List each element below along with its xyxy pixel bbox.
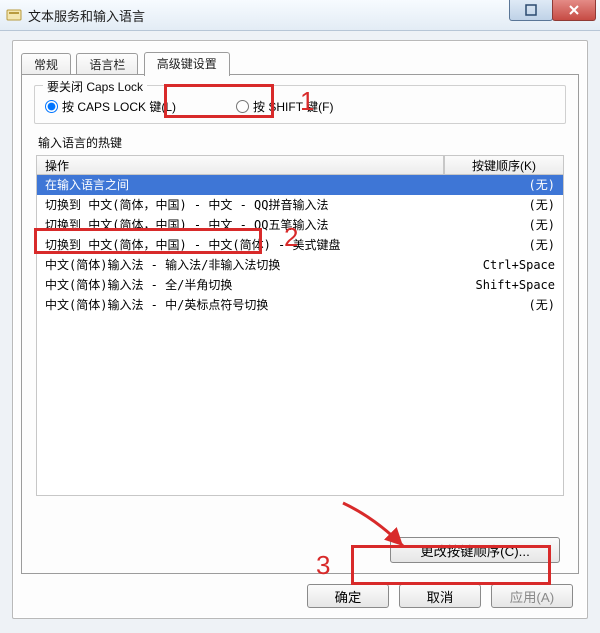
- tab-page-advanced: 要关闭 Caps Lock 按 CAPS LOCK 键(L) 按 SHIFT 键…: [21, 75, 579, 574]
- change-key-sequence-button[interactable]: 更改按键顺序(C)...: [390, 537, 560, 563]
- hotkey-action: 中文(简体)输入法 - 输入法/非输入法切换: [45, 255, 445, 275]
- hotkey-key: (无): [445, 175, 555, 195]
- hotkey-row[interactable]: 中文(简体)输入法 - 输入法/非输入法切换Ctrl+Space: [37, 255, 563, 275]
- hotkey-row[interactable]: 切换到 中文(简体，中国) - 中文(简体) - 美式键盘(无): [37, 235, 563, 255]
- hotkey-row[interactable]: 切换到 中文(简体，中国) - 中文 - QQ五笔输入法(无): [37, 215, 563, 235]
- hotkey-key: Ctrl+Space: [445, 255, 555, 275]
- radio-caps-lock[interactable]: 按 CAPS LOCK 键(L): [45, 98, 176, 115]
- help-button[interactable]: [509, 0, 553, 21]
- col-key[interactable]: 按键顺序(K): [444, 155, 564, 175]
- hotkey-action: 切换到 中文(简体，中国) - 中文 - QQ五笔输入法: [45, 215, 445, 235]
- hotkey-key: (无): [445, 295, 555, 315]
- window-buttons: [510, 0, 596, 21]
- radio-shift-input[interactable]: [236, 100, 249, 113]
- title-bar: 文本服务和输入语言: [0, 0, 600, 31]
- hotkey-list[interactable]: 在输入语言之间(无)切换到 中文(简体，中国) - 中文 - QQ拼音输入法(无…: [36, 175, 564, 496]
- hotkey-row[interactable]: 在输入语言之间(无): [37, 175, 563, 195]
- window-title: 文本服务和输入语言: [28, 6, 145, 25]
- radio-shift[interactable]: 按 SHIFT 键(F): [236, 98, 333, 115]
- col-action[interactable]: 操作: [36, 155, 444, 175]
- radio-caps-lock-label: 按 CAPS LOCK 键(L): [62, 98, 176, 115]
- dialog-body: 常规 语言栏 高级键设置 要关闭 Caps Lock 按 CAPS LOCK 键…: [12, 40, 588, 619]
- ok-button[interactable]: 确定: [307, 584, 389, 608]
- hotkey-row[interactable]: 中文(简体)输入法 - 全/半角切换Shift+Space: [37, 275, 563, 295]
- hotkey-key: (无): [445, 215, 555, 235]
- hotkey-action: 中文(简体)输入法 - 全/半角切换: [45, 275, 445, 295]
- tab-general[interactable]: 常规: [21, 53, 71, 76]
- hotkey-action: 切换到 中文(简体，中国) - 中文(简体) - 美式键盘: [45, 235, 445, 255]
- tab-language-bar[interactable]: 语言栏: [76, 53, 138, 76]
- hotkey-key: (无): [445, 235, 555, 255]
- tab-advanced-keys[interactable]: 高级键设置: [144, 52, 230, 76]
- hotkey-key: Shift+Space: [445, 275, 555, 295]
- cancel-button[interactable]: 取消: [399, 584, 481, 608]
- hotkey-action: 切换到 中文(简体，中国) - 中文 - QQ拼音输入法: [45, 195, 445, 215]
- tab-underline: [21, 74, 579, 75]
- radio-shift-label: 按 SHIFT 键(F): [253, 98, 333, 115]
- app-icon: [6, 7, 22, 23]
- hotkey-action: 在输入语言之间: [45, 175, 445, 195]
- hotkey-key: (无): [445, 195, 555, 215]
- hotkey-row[interactable]: 中文(简体)输入法 - 中/英标点符号切换(无): [37, 295, 563, 315]
- hotkey-list-header: 操作 按键顺序(K): [36, 155, 564, 175]
- capslock-group: 要关闭 Caps Lock 按 CAPS LOCK 键(L) 按 SHIFT 键…: [34, 85, 566, 124]
- tab-strip: 常规 语言栏 高级键设置: [21, 49, 579, 75]
- dialog-window: 文本服务和输入语言 常规 语言栏 高级键设置 要关闭 Caps Lock: [0, 0, 600, 633]
- hotkey-action: 中文(简体)输入法 - 中/英标点符号切换: [45, 295, 445, 315]
- capslock-group-title: 要关闭 Caps Lock: [43, 78, 147, 95]
- hotkeys-section-label: 输入语言的热键: [38, 134, 578, 151]
- dialog-buttons: 确定 取消 应用(A): [307, 584, 573, 608]
- apply-button[interactable]: 应用(A): [491, 584, 573, 608]
- radio-caps-lock-input[interactable]: [45, 100, 58, 113]
- close-button[interactable]: [552, 0, 596, 21]
- hotkey-row[interactable]: 切换到 中文(简体，中国) - 中文 - QQ拼音输入法(无): [37, 195, 563, 215]
